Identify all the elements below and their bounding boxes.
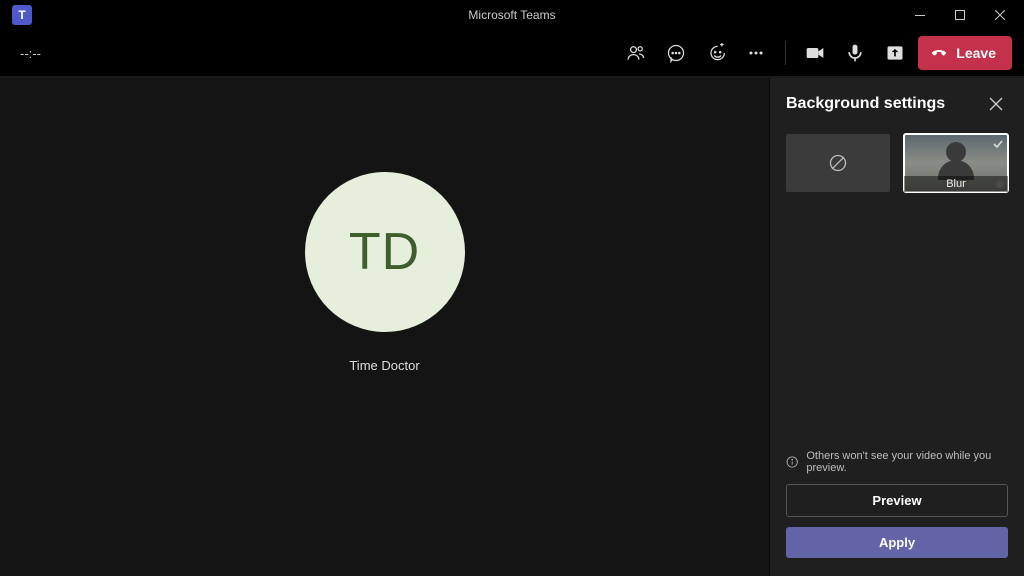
preview-info-text: Others won't see your video while you pr…	[806, 450, 1008, 474]
maximize-button[interactable]	[940, 0, 980, 30]
participant-name: Time Doctor	[349, 358, 419, 373]
none-icon	[828, 153, 848, 173]
meeting-toolbar: --:-- Leave	[0, 30, 1024, 78]
preview-info: Others won't see your video while you pr…	[786, 450, 1008, 474]
toolbar-actions: Leave	[619, 36, 1012, 70]
background-option-blur[interactable]: Blur	[904, 134, 1008, 192]
teams-logo-icon	[12, 5, 32, 25]
apply-button[interactable]: Apply	[786, 527, 1008, 558]
avatar-initials: TD	[349, 222, 420, 282]
window-titlebar: Microsoft Teams	[0, 0, 1024, 30]
mic-button[interactable]	[838, 36, 872, 70]
participants-button[interactable]	[619, 36, 653, 70]
panel-spacer	[770, 196, 1024, 440]
video-stage: TD Time Doctor	[0, 78, 769, 576]
meeting-timer: --:--	[20, 46, 41, 61]
background-settings-panel: Background settings Blur Others won'	[769, 78, 1024, 576]
background-option-none[interactable]	[786, 134, 890, 192]
info-icon	[786, 455, 798, 469]
chat-button[interactable]	[659, 36, 693, 70]
camera-button[interactable]	[798, 36, 832, 70]
titlebar-left	[4, 5, 32, 25]
hangup-icon	[930, 44, 948, 62]
window-title: Microsoft Teams	[468, 8, 555, 22]
main-area: TD Time Doctor Background settings Blur	[0, 78, 1024, 576]
toolbar-divider	[785, 41, 786, 65]
window-controls	[900, 0, 1020, 30]
panel-header: Background settings	[770, 78, 1024, 130]
more-actions-button[interactable]	[739, 36, 773, 70]
leave-button[interactable]: Leave	[918, 36, 1012, 70]
reactions-button[interactable]	[699, 36, 733, 70]
panel-footer: Others won't see your video while you pr…	[770, 440, 1024, 576]
share-button[interactable]	[878, 36, 912, 70]
silhouette-icon	[946, 142, 966, 162]
preview-button[interactable]: Preview	[786, 484, 1008, 517]
blur-option-label: Blur	[904, 176, 1008, 192]
background-options: Blur	[770, 130, 1024, 196]
participant-avatar: TD	[305, 172, 465, 332]
close-window-button[interactable]	[980, 0, 1020, 30]
leave-label: Leave	[956, 45, 996, 61]
minimize-button[interactable]	[900, 0, 940, 30]
close-panel-button[interactable]	[984, 92, 1008, 116]
selected-check-icon	[991, 137, 1005, 151]
panel-title: Background settings	[786, 95, 945, 113]
